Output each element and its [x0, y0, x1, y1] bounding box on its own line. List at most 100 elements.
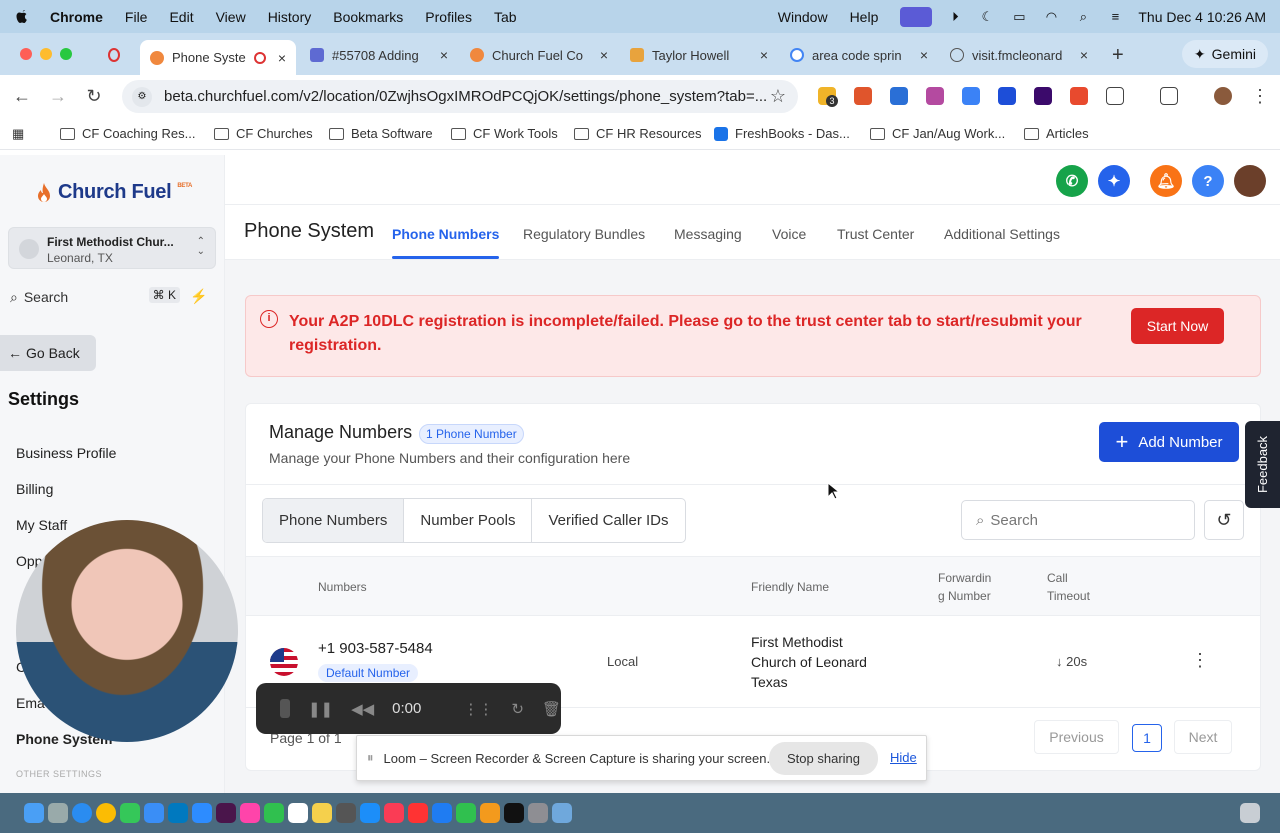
restart-icon[interactable]: ↻ [511, 700, 524, 718]
segment-number-pools[interactable]: Number Pools [404, 499, 533, 542]
tab-regulatory-bundles[interactable]: Regulatory Bundles [523, 226, 645, 242]
close-tab-icon[interactable]: × [278, 50, 286, 66]
app-store-icon[interactable] [360, 803, 380, 823]
tab-visit-fmcleonard[interactable]: visit.fmcleonard × [940, 40, 1098, 70]
notes-icon[interactable] [312, 803, 332, 823]
close-tab-icon[interactable]: × [760, 47, 768, 63]
close-tab-icon[interactable]: × [920, 47, 928, 63]
pause-icon[interactable]: ❚❚ [308, 700, 333, 718]
bookmark-cf-coaching[interactable]: CF Coaching Res... [60, 126, 195, 141]
spotlight-search-icon[interactable]: ⌕ [1074, 9, 1092, 24]
segment-phone-numbers[interactable]: Phone Numbers [263, 499, 405, 542]
user-avatar[interactable] [1234, 165, 1266, 197]
trash-dock-icon[interactable] [1240, 803, 1260, 823]
apple-icon[interactable] [14, 9, 30, 25]
menu-file[interactable]: File [125, 9, 148, 25]
sidebar-search[interactable]: ⌕ Search ⌘ K [10, 285, 180, 309]
battery-icon[interactable]: ▭ [1010, 9, 1028, 24]
address-bar[interactable]: ⚙ beta.churchfuel.com/v2/location/0Zwjhs… [122, 80, 798, 113]
menu-app-chrome[interactable]: Chrome [50, 9, 103, 25]
site-info-icon[interactable]: ⚙ [132, 86, 152, 107]
row-actions-kebab-icon[interactable]: ⋮ [1191, 650, 1209, 671]
stop-recording-icon[interactable] [280, 699, 290, 718]
control-center-icon[interactable]: ≡ [1106, 9, 1124, 24]
tab-trust-center[interactable]: Trust Center [837, 226, 914, 242]
music-icon[interactable] [384, 803, 404, 823]
page-1-button[interactable]: 1 [1132, 724, 1162, 752]
tab-phone-numbers[interactable]: Phone Numbers [392, 226, 500, 259]
bookmark-cf-hr-resources[interactable]: CF HR Resources [574, 126, 701, 141]
menu-view[interactable]: View [216, 9, 246, 25]
reload-icon[interactable]: ↻ [84, 86, 104, 106]
numbers-icon[interactable] [456, 803, 476, 823]
tab-church-fuel[interactable]: Church Fuel Co × [460, 40, 618, 70]
slack-icon[interactable] [216, 803, 236, 823]
church-fuel-logo[interactable]: Church Fuel BETA [36, 181, 192, 204]
stop-sharing-button[interactable]: Stop sharing [769, 742, 878, 775]
next-page-button[interactable]: Next [1174, 720, 1232, 754]
menu-profiles[interactable]: Profiles [425, 9, 472, 25]
settings-gear-icon[interactable] [528, 803, 548, 823]
add-number-button[interactable]: + Add Number [1099, 422, 1239, 462]
menu-help[interactable]: Help [850, 9, 879, 25]
help-button[interactable]: ? [1192, 165, 1224, 197]
bookmark-cf-jan-aug[interactable]: CF Jan/Aug Work... [870, 126, 1005, 141]
calculator-icon[interactable] [336, 803, 356, 823]
tab-messaging[interactable]: Messaging [674, 226, 742, 242]
webcam-bubble[interactable] [16, 520, 238, 742]
bookmark-star-icon[interactable]: ☆ [770, 86, 786, 107]
pinned-tab[interactable] [100, 40, 136, 70]
back-arrow-icon[interactable]: ← [12, 86, 32, 106]
moon-icon[interactable]: ☾ [978, 9, 996, 24]
photos-icon[interactable] [240, 803, 260, 823]
segment-verified-caller-ids[interactable]: Verified Caller IDs [532, 499, 684, 542]
profile-avatar-icon[interactable] [1214, 87, 1232, 105]
extension-icon-5[interactable] [962, 87, 980, 105]
preview-icon[interactable] [552, 803, 572, 823]
bookmark-articles[interactable]: Articles [1024, 126, 1089, 141]
tab-area-code[interactable]: area code sprin × [780, 40, 938, 70]
apps-grid-icon[interactable]: ▦ [12, 126, 24, 142]
previous-page-button[interactable]: Previous [1034, 720, 1119, 754]
bookmark-beta-software[interactable]: Beta Software [329, 126, 433, 141]
zoom-window-button[interactable] [60, 48, 72, 60]
ai-assistant-button[interactable]: ✦ [1098, 165, 1130, 197]
drag-handle-icon[interactable]: ⏸ [367, 750, 374, 766]
finder-icon[interactable] [24, 803, 44, 823]
trash-icon[interactable]: 🗑︎ [542, 700, 561, 718]
new-tab-icon[interactable]: + [1102, 40, 1134, 70]
sidebar-item-billing[interactable]: Billing [16, 481, 53, 497]
close-tab-icon[interactable]: × [440, 47, 448, 63]
extension-icon-8[interactable] [1070, 87, 1088, 105]
tab-additional-settings[interactable]: Additional Settings [944, 226, 1060, 242]
bookmark-cf-work-tools[interactable]: CF Work Tools [451, 126, 558, 141]
news-icon[interactable] [408, 803, 428, 823]
extension-icon-4[interactable] [926, 87, 944, 105]
notifications-bell-button[interactable]: 🔔︎ [1150, 165, 1182, 197]
go-back-button[interactable]: ← Go Back [0, 335, 96, 371]
tab-voice[interactable]: Voice [772, 226, 806, 242]
extension-icon-2[interactable] [854, 87, 872, 105]
tv-icon[interactable] [504, 803, 524, 823]
gemini-button[interactable]: ✦ Gemini [1181, 40, 1268, 68]
start-now-button[interactable]: Start Now [1131, 308, 1224, 344]
sidebar-item-business-profile[interactable]: Business Profile [16, 445, 116, 461]
grid-icon[interactable]: ⋮⋮ [463, 700, 493, 718]
zoom-icon[interactable] [192, 803, 212, 823]
refresh-button[interactable]: ↺ [1204, 500, 1244, 540]
extension-icon-6[interactable] [998, 87, 1016, 105]
bookmark-cf-churches[interactable]: CF Churches [214, 126, 313, 141]
tab-taylor-howell[interactable]: Taylor Howell × [620, 40, 778, 70]
extension-icon-1[interactable]: 3 [818, 87, 838, 107]
feedback-tab[interactable]: Feedback [1245, 421, 1280, 508]
calendar-icon[interactable] [288, 803, 308, 823]
tab-phone-system[interactable]: Phone Syste × [140, 40, 296, 75]
safari-icon[interactable] [72, 803, 92, 823]
menu-bookmarks[interactable]: Bookmarks [333, 9, 403, 25]
close-tab-icon[interactable]: × [1080, 47, 1088, 63]
location-switcher[interactable]: First Methodist Chur... Leonard, TX ⌃ ⌄ [8, 227, 216, 269]
close-window-button[interactable] [20, 48, 32, 60]
hide-banner-link[interactable]: Hide [890, 750, 917, 765]
menu-edit[interactable]: Edit [169, 9, 193, 25]
tab-55708[interactable]: #55708 Adding × [300, 40, 458, 70]
